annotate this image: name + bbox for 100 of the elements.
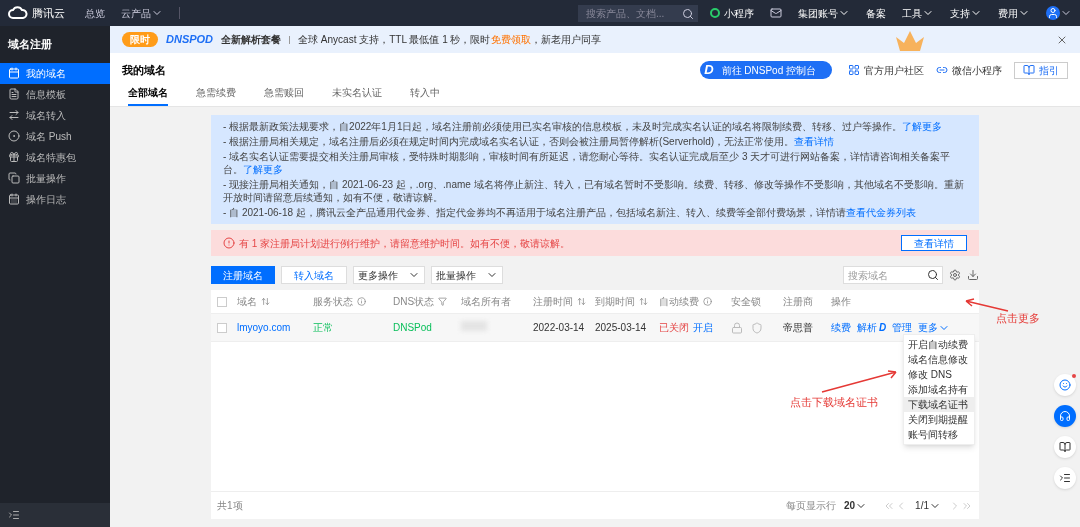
- smile-icon: [1059, 379, 1071, 391]
- account-menu[interactable]: [1046, 6, 1072, 20]
- mail-icon[interactable]: [770, 7, 782, 19]
- register-button[interactable]: 注册域名: [211, 266, 275, 284]
- sidebar-item[interactable]: 域名 Push: [0, 125, 110, 147]
- page-title: 我的域名: [122, 62, 166, 78]
- column-header: DNS状态: [393, 295, 435, 309]
- menu-item[interactable]: 下载域名证书: [904, 397, 974, 412]
- nav-link[interactable]: 费用: [998, 5, 1030, 21]
- notice-link[interactable]: 查看详情: [794, 136, 835, 147]
- nav-link[interactable]: 工具: [902, 5, 934, 21]
- avatar-icon[interactable]: [1046, 6, 1060, 20]
- miniapp-link[interactable]: 小程序: [710, 5, 754, 21]
- dropdown-select[interactable]: 批量操作: [431, 266, 503, 284]
- enable-link[interactable]: 开启: [693, 320, 713, 335]
- more-button[interactable]: 更多: [918, 320, 951, 335]
- sort-icon[interactable]: [577, 297, 586, 306]
- nav-link[interactable]: 云产品: [121, 5, 163, 21]
- menu-item[interactable]: 域名信息修改: [904, 352, 974, 367]
- notice-link[interactable]: 了解更多: [243, 164, 283, 175]
- feedback-button[interactable]: [1054, 374, 1076, 396]
- dropdown-select[interactable]: 更多操作: [353, 266, 425, 284]
- column-header: 注册时间: [533, 295, 573, 309]
- domain-search-field[interactable]: 搜索域名: [843, 266, 943, 284]
- action-link[interactable]: 续费: [831, 320, 851, 335]
- info-icon: [703, 297, 712, 306]
- guide-button[interactable]: 指引: [1014, 61, 1068, 79]
- checkbox[interactable]: [217, 322, 227, 333]
- tab[interactable]: 全部域名: [128, 85, 168, 106]
- tab[interactable]: 未实名认证: [332, 85, 382, 106]
- page-select[interactable]: 1/1: [915, 498, 941, 513]
- settings-icon[interactable]: [949, 269, 961, 281]
- dnspod-logo: DNSPOD: [166, 32, 214, 48]
- search-icon: [682, 7, 694, 20]
- notice-link[interactable]: 查看代金券列表: [845, 207, 916, 218]
- miniapp-icon: [710, 8, 720, 18]
- notice-text: - 域名实名认证需要提交相关注册局审核，受特殊时期影响，审核时间有所延迟，请您耐心等待。实名认证完成后至少 3 天才可进行网站备案，详情请咨询相关备案平台。了解更多: [223, 150, 952, 176]
- notice-text: - 自 2021-06-18 起，腾讯云全产品通用代金券、指定代金券均不再适用于域名注册产品，包括域名新注、转入、续费等全部付费场景，详情请查看代金券列表: [223, 206, 917, 219]
- docs-button[interactable]: [1054, 436, 1076, 458]
- promo-title: 全新解析套餐: [221, 33, 282, 47]
- sidebar-item[interactable]: 我的域名: [0, 62, 110, 84]
- dnspod-logo: D: [879, 321, 887, 335]
- search-icon: [927, 269, 939, 281]
- per-page-select[interactable]: 20: [843, 498, 868, 513]
- nav-link[interactable]: 集团账号: [798, 5, 850, 21]
- link-icon: [936, 64, 948, 76]
- sidebar-item[interactable]: 域名特惠包: [0, 146, 110, 168]
- book-icon: [1059, 441, 1071, 453]
- notice-text: - 根据最新政策法规要求，自2022年1月1日起，域名注册前必须使用已实名审核的信息模板，未及时完成实名认证的域名将限制续费、转移、过户等操作。了解更多: [223, 120, 944, 133]
- domain-link[interactable]: lmyoyo.com: [237, 320, 313, 335]
- header-link[interactable]: 官方用户社区: [848, 62, 924, 78]
- sidebar-item[interactable]: 域名转入: [0, 104, 110, 126]
- column-header: 服务状态: [313, 295, 353, 309]
- sidebar-item[interactable]: 信息模板: [0, 83, 110, 105]
- tab[interactable]: 转入中: [410, 85, 440, 106]
- sidebar-item[interactable]: 批量操作: [0, 167, 110, 189]
- alert-icon: [223, 237, 235, 249]
- action-link[interactable]: 解析 D: [857, 320, 887, 335]
- menu-item[interactable]: 关闭到期提醒: [904, 412, 974, 427]
- sidebar-item-icon: [8, 193, 20, 205]
- sidebar-item[interactable]: 操作日志: [0, 188, 110, 210]
- menu-item[interactable]: 修改 DNS: [904, 367, 974, 382]
- column-header: 操作: [831, 295, 851, 309]
- menu-item[interactable]: 账号间转移: [904, 427, 974, 442]
- collapse-icon[interactable]: [8, 509, 20, 521]
- sort-icon[interactable]: [261, 297, 270, 306]
- action-link[interactable]: 管理: [892, 320, 913, 335]
- menu-item[interactable]: 开启自动续费: [904, 337, 974, 352]
- brand-name: 腾讯云: [32, 5, 65, 21]
- checkbox[interactable]: [217, 296, 227, 307]
- lock-icon[interactable]: [731, 321, 743, 334]
- notice-link[interactable]: 了解更多: [902, 121, 943, 132]
- search-field[interactable]: 搜索产品、文档...: [578, 4, 698, 22]
- shield-icon[interactable]: [751, 321, 763, 334]
- tab[interactable]: 急需续费: [196, 85, 236, 106]
- notice-text: - 现接注册局相关通知，自 2021-06-23 起，.org、.name 域名将停止新注、转入，已有域名暂时不受影响。续费、转移、修改等操作不受影响，其他域名不受影响。重新开放时间请留意后续通知，如有不便，敬请谅解。: [223, 178, 965, 204]
- filter-icon[interactable]: [438, 297, 448, 306]
- per-page-label: 每页显示行: [785, 499, 836, 513]
- column-header: 到期时间: [595, 295, 635, 309]
- column-header: 安全锁: [731, 295, 761, 309]
- tab[interactable]: 急需赎回: [264, 85, 304, 106]
- info-icon: [357, 297, 366, 306]
- support-button[interactable]: [1054, 405, 1076, 427]
- details-button[interactable]: 查看详情: [901, 235, 967, 251]
- table-cell-text: 正常: [313, 321, 334, 335]
- total-count: 共1项: [217, 499, 243, 513]
- outline-button[interactable]: [1054, 467, 1076, 489]
- sidebar-title: 域名注册: [7, 37, 53, 52]
- nav-link[interactable]: 支持: [950, 5, 982, 21]
- transfer-button[interactable]: 转入域名: [281, 266, 347, 284]
- nav-link[interactable]: 总览: [85, 5, 105, 21]
- header-link[interactable]: 微信小程序: [936, 62, 1002, 78]
- nav-link[interactable]: 备案: [866, 5, 886, 21]
- menu-item[interactable]: 添加域名持有: [904, 382, 974, 397]
- dnspod-logo: D: [704, 61, 714, 80]
- dnspod-console-button[interactable]: D 前往 DNSPod 控制台: [700, 61, 832, 79]
- download-icon[interactable]: [967, 269, 979, 281]
- sidebar-item-icon: [8, 67, 20, 79]
- table-cell-text: 2022-03-14: [533, 321, 586, 335]
- sort-icon[interactable]: [639, 297, 648, 306]
